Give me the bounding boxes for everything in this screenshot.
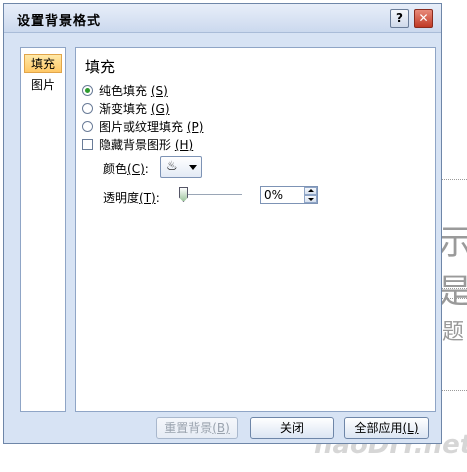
close-icon: ✕ xyxy=(418,11,429,25)
section-title: 填充 xyxy=(85,58,116,76)
radio-unchecked-icon xyxy=(82,121,93,132)
option-label: 渐变填充 xyxy=(99,102,148,116)
close-button[interactable]: 关闭 xyxy=(250,417,334,439)
format-background-dialog: 设置背景格式 ? ✕ 填充 图片 填充 纯色填充 (S) 渐变填充 (G) 图片… xyxy=(3,3,442,444)
dialog-title: 设置背景格式 xyxy=(17,14,102,29)
reset-background-button[interactable]: 重置背景(B) xyxy=(156,417,238,439)
color-label: 颜色(C): xyxy=(103,162,149,176)
close-window-button[interactable]: ✕ xyxy=(414,9,433,28)
checkbox-icon xyxy=(82,139,93,150)
chevron-down-icon xyxy=(189,165,197,170)
fill-panel: 填充 纯色填充 (S) 渐变填充 (G) 图片或纹理填充 (P) 隐藏背景图形 … xyxy=(75,47,436,412)
slide-title-text: 示是 xyxy=(438,223,467,312)
option-label: 纯色填充 xyxy=(99,84,148,98)
shortcut-key: (P) xyxy=(186,120,204,134)
transparency-slider-thumb[interactable] xyxy=(179,187,188,202)
radio-checked-icon xyxy=(82,85,93,96)
option-label: 图片或纹理填充 xyxy=(99,120,184,134)
help-button[interactable]: ? xyxy=(390,9,409,28)
radio-unchecked-icon xyxy=(82,103,93,114)
category-nav: 填充 图片 xyxy=(20,47,66,412)
transparency-slider-track[interactable] xyxy=(180,194,242,195)
spin-down-button[interactable] xyxy=(304,195,317,203)
nav-item-picture[interactable]: 图片 xyxy=(24,76,62,95)
spin-up-button[interactable] xyxy=(304,187,317,195)
transparency-value: 0% xyxy=(264,188,284,202)
help-icon: ? xyxy=(396,11,403,25)
transparency-label: 透明度(T): xyxy=(103,191,160,205)
option-label: 隐藏背景图形 xyxy=(99,138,172,152)
dialog-titlebar[interactable]: 设置背景格式 ? ✕ xyxy=(4,4,441,33)
color-picker-button[interactable]: ♨ xyxy=(160,156,202,178)
transparency-spinbox[interactable]: 0% xyxy=(260,186,318,204)
shortcut-key: (S) xyxy=(150,84,168,98)
paint-bucket-icon: ♨ xyxy=(166,159,178,174)
slide-subtitle-text: 题 xyxy=(442,320,465,345)
slide-placeholder-border xyxy=(440,390,467,391)
apply-to-all-button[interactable]: 全部应用(L) xyxy=(344,417,429,439)
nav-item-fill[interactable]: 填充 xyxy=(24,54,62,73)
shortcut-key: (H) xyxy=(174,138,194,152)
shortcut-key: (G) xyxy=(150,102,170,116)
slide-placeholder-border xyxy=(440,179,467,180)
